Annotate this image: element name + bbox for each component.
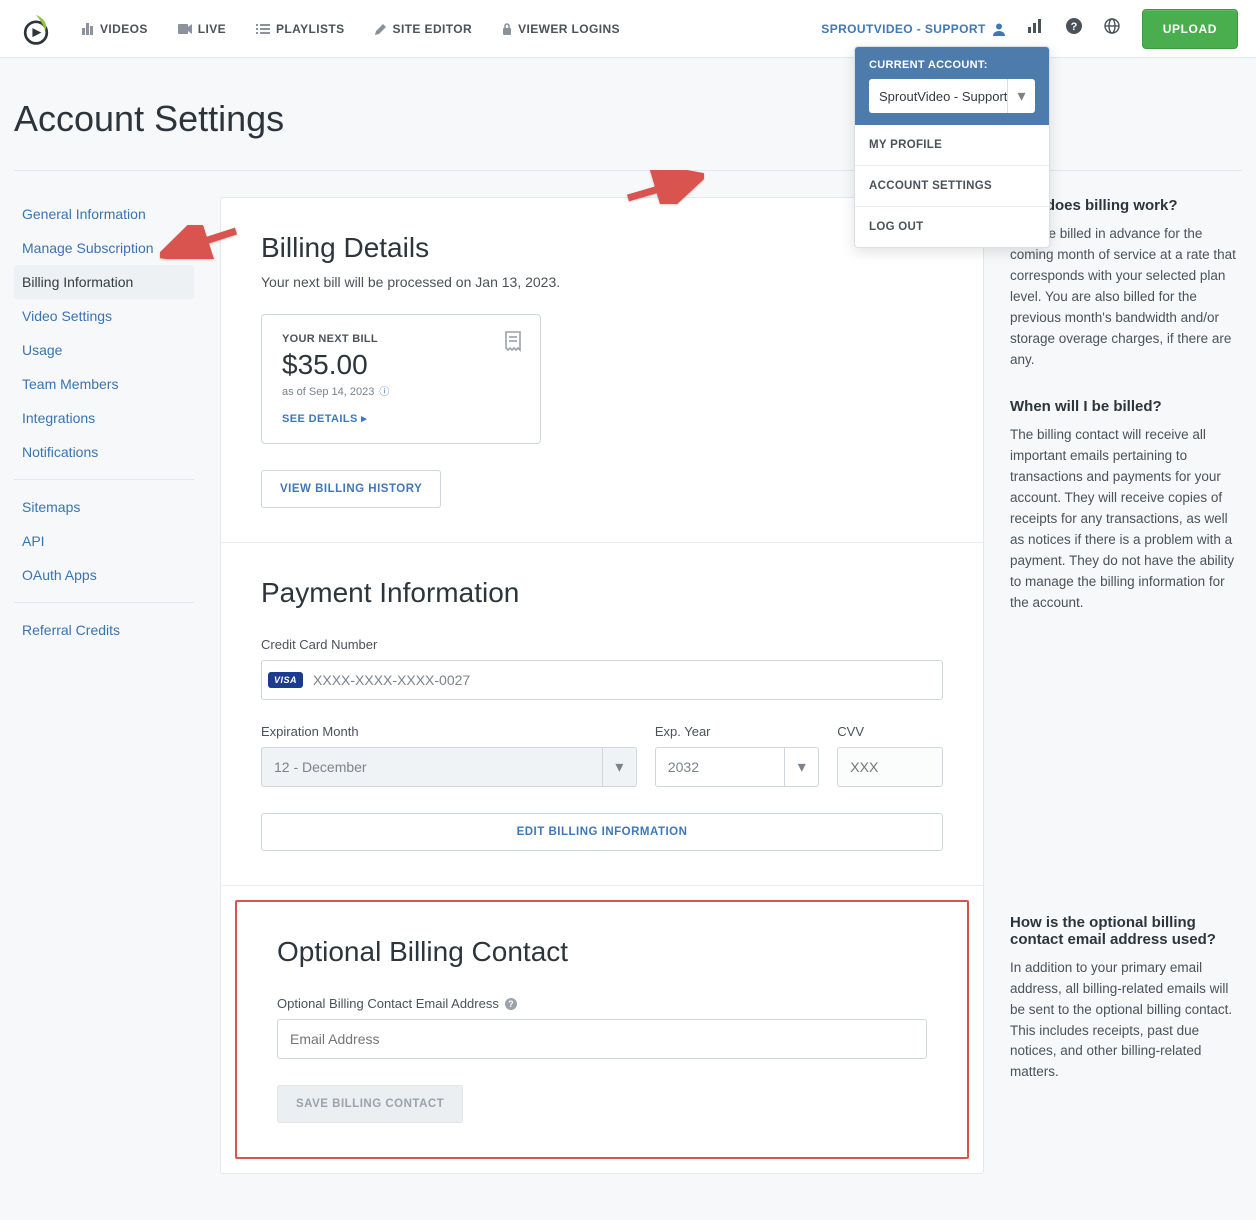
exp-year-label: Exp. Year xyxy=(655,724,819,739)
sidebar-divider xyxy=(14,479,194,480)
save-billing-contact-button[interactable]: SAVE BILLING CONTACT xyxy=(277,1085,463,1123)
sidebar-item-oauth[interactable]: OAuth Apps xyxy=(14,558,194,592)
account-menu-trigger[interactable]: SPROUTVIDEO - SUPPORT xyxy=(821,22,1005,36)
sidebar-divider xyxy=(14,602,194,603)
main-panel: Billing Details Your next bill will be p… xyxy=(220,197,984,1174)
next-bill-label: YOUR NEXT BILL xyxy=(282,333,520,345)
optional-field-label: Optional Billing Contact Email Address? xyxy=(277,996,927,1011)
info-icon[interactable]: ⓘ xyxy=(379,387,389,398)
globe-icon[interactable] xyxy=(1104,18,1120,39)
caret-down-icon: ▾ xyxy=(1007,79,1035,113)
info-icon[interactable]: ? xyxy=(505,998,517,1010)
sidebar-item-api[interactable]: API xyxy=(14,524,194,558)
svg-text:?: ? xyxy=(1070,21,1077,33)
caret-down-icon: ▾ xyxy=(784,748,818,786)
topbar: VIDEOS LIVE PLAYLISTS SITE EDITOR VIEWER… xyxy=(0,0,1256,58)
nav-site-editor[interactable]: SITE EDITOR xyxy=(375,22,473,36)
sidebar-item-notifications[interactable]: Notifications xyxy=(14,435,194,469)
billing-subtext: Your next bill will be processed on Jan … xyxy=(261,274,943,290)
account-selector[interactable]: SproutVideo - Support ▾ xyxy=(869,79,1035,113)
sidebar-item-integrations[interactable]: Integrations xyxy=(14,401,194,435)
sidebar-item-referral[interactable]: Referral Credits xyxy=(14,613,194,647)
account-dropdown: CURRENT ACCOUNT: SproutVideo - Support ▾… xyxy=(854,46,1050,248)
primary-nav: VIDEOS LIVE PLAYLISTS SITE EDITOR VIEWER… xyxy=(80,22,620,36)
cvv-input[interactable] xyxy=(837,747,943,787)
sidebar-item-sitemaps[interactable]: Sitemaps xyxy=(14,490,194,524)
exp-month-select[interactable]: 12 - December▾ xyxy=(261,747,637,787)
cc-label: Credit Card Number xyxy=(261,637,943,652)
analytics-icon[interactable] xyxy=(1028,19,1044,38)
dropdown-triangle-icon xyxy=(1019,46,1035,47)
dropdown-header: CURRENT ACCOUNT: SproutVideo - Support ▾ xyxy=(855,47,1049,125)
nav-viewer-logins[interactable]: VIEWER LOGINS xyxy=(502,22,620,36)
nav-live[interactable]: LIVE xyxy=(178,22,226,36)
cc-masked: XXXX-XXXX-XXXX-0027 xyxy=(313,672,470,688)
billing-heading: Billing Details xyxy=(261,232,943,264)
current-account-label: CURRENT ACCOUNT: xyxy=(869,59,1035,71)
receipt-icon xyxy=(504,331,522,358)
dropdown-log-out[interactable]: LOG OUT xyxy=(855,207,1049,247)
visa-badge-icon: VISA xyxy=(268,672,303,688)
payment-section: Payment Information Credit Card Number V… xyxy=(221,543,983,886)
exp-year-select[interactable]: 2032▾ xyxy=(655,747,819,787)
annotation-arrow-billing-info xyxy=(160,225,240,264)
caret-down-icon: ▾ xyxy=(602,748,636,786)
next-bill-card: YOUR NEXT BILL $35.00 as of Sep 14, 2023… xyxy=(261,314,541,444)
sidebar-item-video-settings[interactable]: Video Settings xyxy=(14,299,194,333)
help-when-billed: When will I be billed? The billing conta… xyxy=(1010,398,1242,613)
upload-button[interactable]: UPLOAD xyxy=(1142,9,1238,49)
cc-display: VISA XXXX-XXXX-XXXX-0027 xyxy=(261,660,943,700)
cvv-label: CVV xyxy=(837,724,943,739)
sidebar-item-team[interactable]: Team Members xyxy=(14,367,194,401)
annotation-arrow-account-settings xyxy=(624,170,704,209)
view-billing-history-button[interactable]: VIEW BILLING HISTORY xyxy=(261,470,441,508)
help-icon[interactable]: ? xyxy=(1066,18,1082,39)
topbar-right: SPROUTVIDEO - SUPPORT ? UPLOAD xyxy=(821,9,1238,49)
help-panel: How does billing work? You are billed in… xyxy=(1010,197,1242,1174)
sidebar: General Information Manage Subscription … xyxy=(14,197,194,1174)
next-bill-amount: $35.00 xyxy=(282,349,520,381)
optional-email-input[interactable] xyxy=(277,1019,927,1059)
next-bill-asof: as of Sep 14, 2023 ⓘ xyxy=(282,383,520,398)
page-title: Account Settings xyxy=(14,78,1242,171)
optional-contact-section: Optional Billing Contact Optional Billin… xyxy=(235,900,969,1159)
edit-billing-button[interactable]: EDIT BILLING INFORMATION xyxy=(261,813,943,851)
sidebar-item-usage[interactable]: Usage xyxy=(14,333,194,367)
brand-logo-icon[interactable] xyxy=(18,11,54,47)
dropdown-account-settings[interactable]: ACCOUNT SETTINGS xyxy=(855,166,1049,207)
layout: General Information Manage Subscription … xyxy=(14,197,1242,1174)
exp-month-label: Expiration Month xyxy=(261,724,637,739)
optional-heading: Optional Billing Contact xyxy=(277,936,927,968)
billing-details-section: Billing Details Your next bill will be p… xyxy=(221,198,983,543)
see-details-link[interactable]: SEE DETAILS ▸ xyxy=(282,412,520,425)
dropdown-my-profile[interactable]: MY PROFILE xyxy=(855,125,1049,166)
nav-playlists[interactable]: PLAYLISTS xyxy=(256,22,345,36)
help-optional-contact: How is the optional billing contact emai… xyxy=(1010,914,1242,1084)
sidebar-item-billing[interactable]: Billing Information xyxy=(14,265,194,299)
payment-heading: Payment Information xyxy=(261,577,943,609)
nav-videos[interactable]: VIDEOS xyxy=(80,22,148,36)
